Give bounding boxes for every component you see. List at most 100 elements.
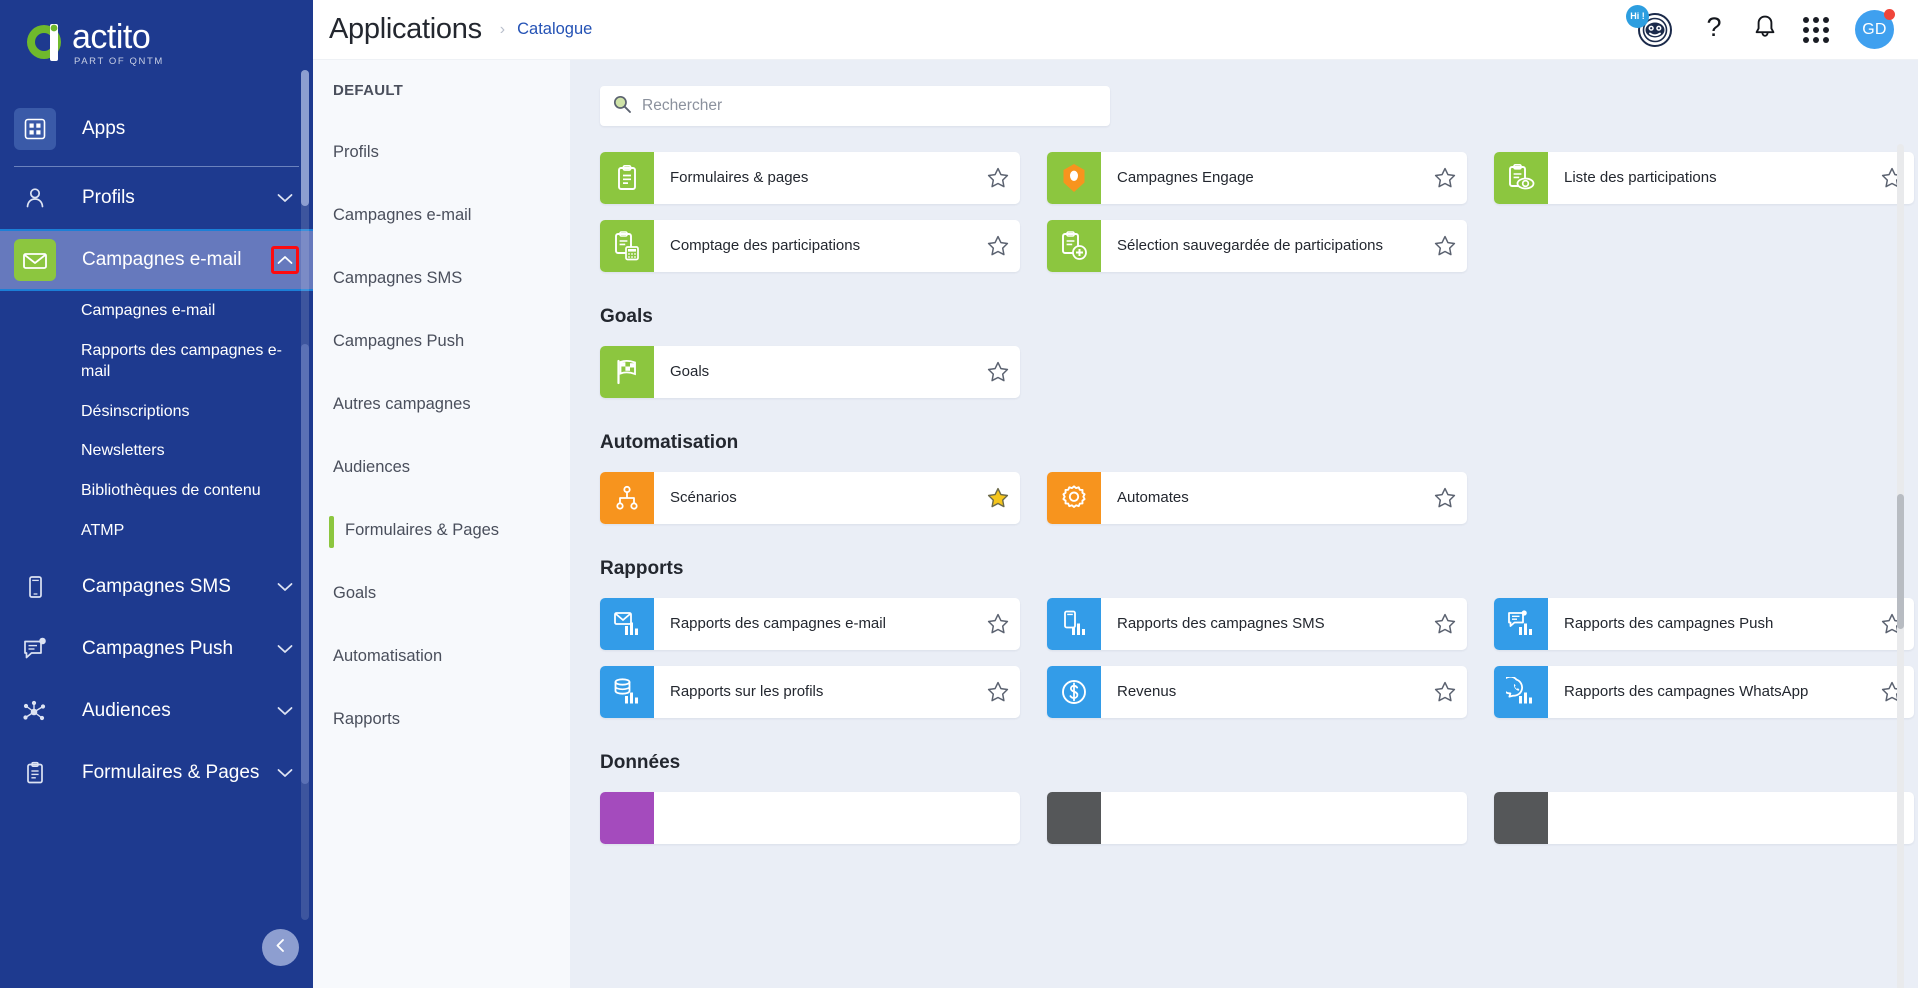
app-card-label: Goals	[670, 362, 710, 380]
clipboard-icon	[600, 152, 654, 204]
sidebar-item-campagnes-sms[interactable]: Campagnes SMS	[0, 556, 313, 618]
chevron-down-icon[interactable]	[271, 576, 299, 598]
svg-text:?: ?	[1706, 12, 1721, 42]
grid-spacer	[1494, 472, 1914, 524]
chevron-down-icon[interactable]	[271, 187, 299, 209]
app-card-campagnes-engage[interactable]: Campagnes Engage	[1047, 152, 1467, 204]
sidebar-item-campagnes-email[interactable]: Campagnes e-mail	[0, 229, 313, 291]
favorite-star-outline-icon[interactable]	[1870, 167, 1914, 189]
sidebar-item-formulaires-pages[interactable]: Formulaires & Pages	[0, 742, 313, 804]
catnav-item-audiences[interactable]: Audiences	[313, 436, 570, 499]
whatsapp-chart-icon	[1494, 666, 1548, 718]
favorite-star-filled-icon[interactable]	[976, 487, 1020, 509]
chevron-down-icon[interactable]	[271, 638, 299, 660]
sidebar-item-label-campagnes-email: Campagnes e-mail	[82, 249, 242, 270]
app-card-rapports-campagnes-sms[interactable]: Rapports des campagnes SMS	[1047, 598, 1467, 650]
top-header: Applications › Catalogue Hi ! ? GD	[313, 0, 1918, 60]
app-card-formulaires-pages[interactable]: Formulaires & pages	[600, 152, 1020, 204]
app-card-label: Rapports sur les profils	[670, 682, 824, 700]
sidebar-collapse-button[interactable]	[262, 929, 299, 966]
dollar-icon	[1047, 666, 1101, 718]
sidebar-scrollbar-thumb[interactable]	[301, 344, 309, 784]
search-input[interactable]	[642, 97, 1098, 115]
apps-grid-button[interactable]	[1803, 16, 1829, 43]
favorite-star-outline-icon[interactable]	[1870, 681, 1914, 703]
app-card-label: Automates	[1117, 488, 1189, 506]
sidebar-scrollbar[interactable]	[301, 70, 309, 920]
sms-chart-icon	[1047, 598, 1101, 650]
person-icon	[14, 177, 56, 219]
sidebar-subitem-campagnes-email[interactable]: Campagnes e-mail	[0, 291, 313, 331]
header-actions: Hi ! ? GD	[1626, 4, 1918, 50]
favorite-star-outline-icon[interactable]	[1423, 167, 1467, 189]
chevron-left-icon	[273, 938, 288, 958]
content-scrollbar-thumb[interactable]	[1897, 494, 1904, 629]
app-card-donnees-1[interactable]	[600, 792, 1020, 844]
sidebar-item-profils[interactable]: Profils	[0, 167, 313, 229]
app-card-label: Rapports des campagnes SMS	[1117, 614, 1325, 632]
chatbot-button[interactable]: Hi !	[1626, 4, 1675, 50]
sidebar-subitem-newsletters[interactable]: Newsletters	[0, 431, 313, 471]
chevron-up-icon[interactable]	[271, 246, 299, 274]
app-card-comptage-des-participations[interactable]: Comptage des participations	[600, 220, 1020, 272]
catnav-item-campagnes-push[interactable]: Campagnes Push	[313, 310, 570, 373]
chevron-down-icon[interactable]	[271, 762, 299, 784]
brand-logo[interactable]: actito PART OF QNTM	[0, 0, 313, 86]
catnav-item-rapports[interactable]: Rapports	[313, 688, 570, 751]
catnav-item-formulaires-pages[interactable]: Formulaires & Pages	[313, 499, 570, 562]
favorite-star-outline-icon[interactable]	[976, 167, 1020, 189]
sidebar-item-label-profils: Profils	[82, 187, 135, 208]
app-card-liste-des-participations[interactable]: Liste des participations	[1494, 152, 1914, 204]
sidebar-subitem-atmp[interactable]: ATMP	[0, 511, 313, 551]
content-scrollbar[interactable]	[1897, 144, 1904, 988]
favorite-star-outline-icon[interactable]	[1870, 613, 1914, 635]
app-card-automates[interactable]: Automates	[1047, 472, 1467, 524]
app-card-scenarios[interactable]: Scénarios	[600, 472, 1020, 524]
app-card-rapports-campagnes-email[interactable]: Rapports des campagnes e-mail	[600, 598, 1020, 650]
app-card-donnees-2[interactable]	[1047, 792, 1467, 844]
app-card-rapports-campagnes-whatsapp[interactable]: Rapports des campagnes WhatsApp	[1494, 666, 1914, 718]
sidebar-scrollbar-thumb-top[interactable]	[301, 70, 309, 206]
sidebar-subitem-rapports-campagnes-email[interactable]: Rapports des campagnes e-mail	[0, 331, 313, 392]
data-icon	[600, 792, 654, 844]
sidebar-subitem-desinscriptions[interactable]: Désinscriptions	[0, 392, 313, 432]
app-card-rapports-sur-les-profils[interactable]: Rapports sur les profils	[600, 666, 1020, 718]
app-card-label: Formulaires & pages	[670, 168, 809, 186]
favorite-star-outline-icon[interactable]	[1423, 613, 1467, 635]
sidebar-item-campagnes-push[interactable]: Campagnes Push	[0, 618, 313, 680]
favorite-star-outline-icon[interactable]	[1423, 235, 1467, 257]
catnav-item-autres-campagnes[interactable]: Autres campagnes	[313, 373, 570, 436]
app-card-revenus[interactable]: Revenus	[1047, 666, 1467, 718]
app-card-label: Campagnes Engage	[1117, 168, 1254, 186]
section-title-automatisation: Automatisation	[600, 432, 739, 453]
sidebar-subitem-bibliotheques[interactable]: Bibliothèques de contenu	[0, 471, 313, 511]
catnav-item-campagnes-email[interactable]: Campagnes e-mail	[313, 184, 570, 247]
app-card-rapports-campagnes-push[interactable]: Rapports des campagnes Push	[1494, 598, 1914, 650]
favorite-star-outline-icon[interactable]	[976, 613, 1020, 635]
app-card-selection-sauvegardee[interactable]: Sélection sauvegardée de participations	[1047, 220, 1467, 272]
catnav-item-automatisation[interactable]: Automatisation	[313, 625, 570, 688]
breadcrumb-catalogue[interactable]: Catalogue	[517, 20, 592, 39]
app-card-label: Rapports des campagnes Push	[1564, 614, 1774, 632]
favorite-star-outline-icon[interactable]	[976, 235, 1020, 257]
favorite-star-outline-icon[interactable]	[976, 681, 1020, 703]
catnav-item-profils[interactable]: Profils	[313, 121, 570, 184]
favorite-star-outline-icon[interactable]	[1423, 681, 1467, 703]
search-box[interactable]	[600, 86, 1110, 126]
grid-spacer	[1494, 220, 1914, 272]
help-button[interactable]: ?	[1701, 12, 1727, 47]
notifications-button[interactable]	[1753, 14, 1777, 45]
catalogue-nav: DEFAULT Profils Campagnes e-mail Campagn…	[313, 0, 570, 988]
clipboard-calc-icon	[600, 220, 654, 272]
data-icon	[1494, 792, 1548, 844]
app-card-goals[interactable]: Goals	[600, 346, 1020, 398]
favorite-star-outline-icon[interactable]	[976, 361, 1020, 383]
app-card-donnees-3[interactable]	[1494, 792, 1914, 844]
grid-spacer	[1047, 346, 1467, 398]
chevron-down-icon[interactable]	[271, 700, 299, 722]
catnav-item-goals[interactable]: Goals	[313, 562, 570, 625]
sidebar-item-apps[interactable]: Apps	[0, 98, 313, 160]
favorite-star-outline-icon[interactable]	[1423, 487, 1467, 509]
sidebar-item-audiences[interactable]: Audiences	[0, 680, 313, 742]
catnav-item-campagnes-sms[interactable]: Campagnes SMS	[313, 247, 570, 310]
